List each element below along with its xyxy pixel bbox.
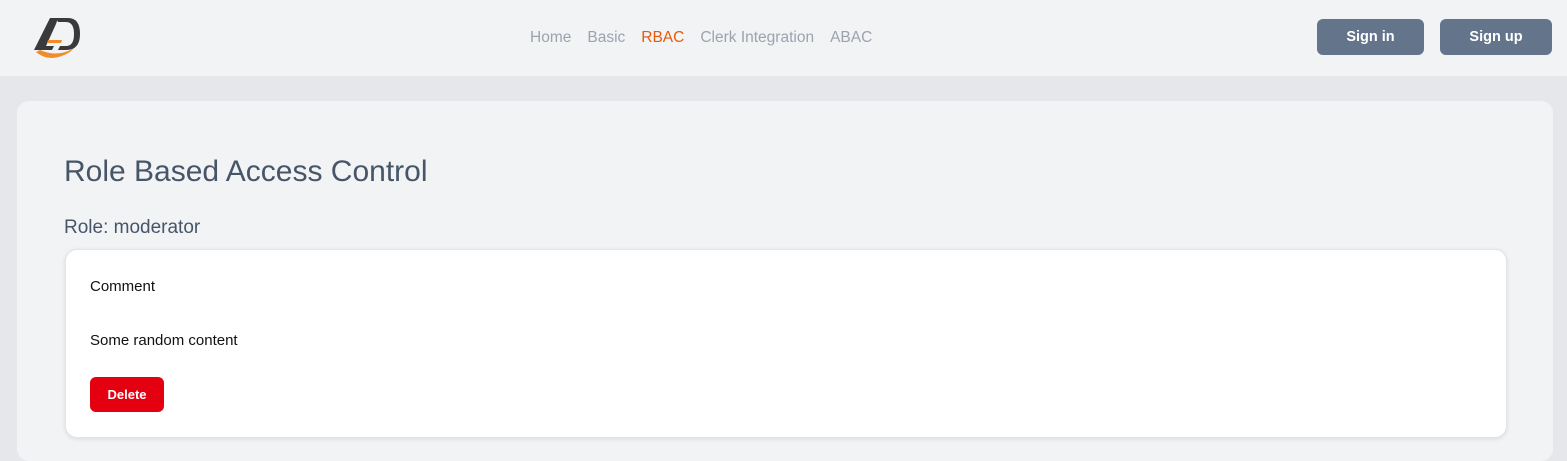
page-title: Role Based Access Control: [64, 155, 428, 188]
main-panel: Role Based Access Control Role: moderato…: [17, 101, 1553, 461]
card-title: Comment: [90, 278, 156, 295]
nav-clerk-integration[interactable]: Clerk Integration: [700, 29, 814, 47]
delete-button[interactable]: Delete: [90, 377, 164, 412]
comment-card: Comment Some random content Delete: [65, 249, 1507, 438]
top-navbar: Home Basic RBAC Clerk Integration ABAC S…: [0, 0, 1567, 76]
logo-icon[interactable]: [30, 12, 84, 62]
card-content: Some random content: [90, 332, 238, 349]
main-nav: Home Basic RBAC Clerk Integration ABAC: [530, 28, 872, 48]
nav-rbac[interactable]: RBAC: [641, 29, 684, 47]
nav-abac[interactable]: ABAC: [830, 29, 872, 47]
sign-in-button[interactable]: Sign in: [1317, 19, 1424, 55]
role-label: Role: moderator: [64, 217, 201, 238]
nav-home[interactable]: Home: [530, 29, 571, 47]
sign-up-button[interactable]: Sign up: [1440, 19, 1552, 55]
nav-basic[interactable]: Basic: [587, 29, 625, 47]
